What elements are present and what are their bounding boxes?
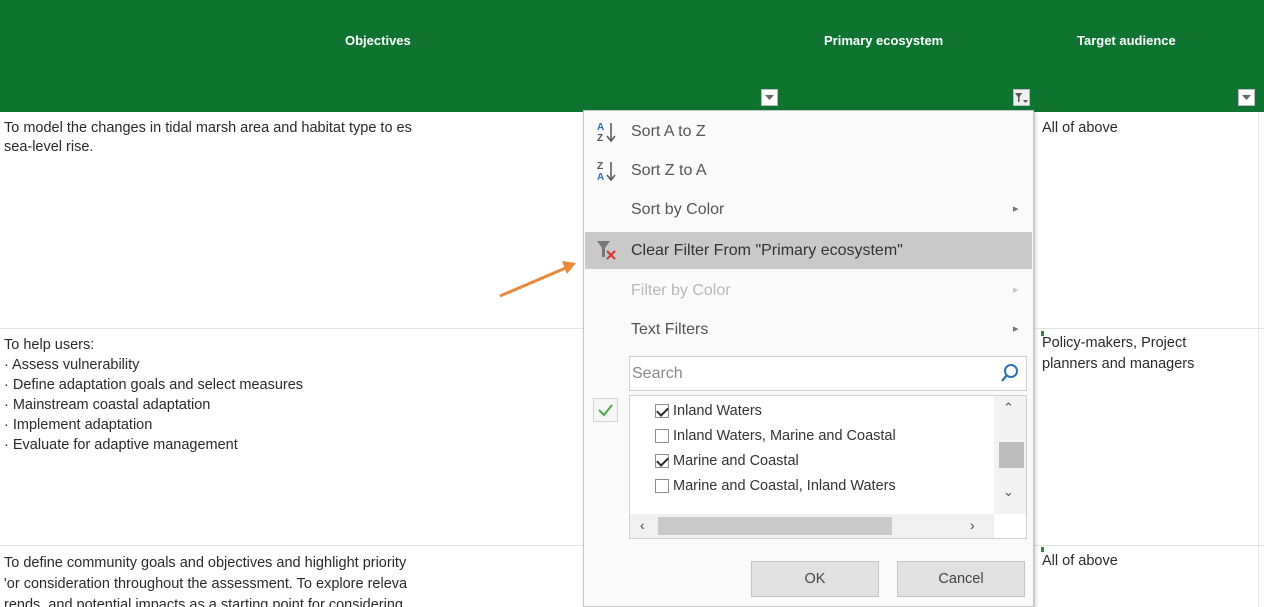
autofilter-menu: A Z Sort A to Z Z A Sort Z to A Sort by …: [583, 110, 1034, 607]
column-header-primary-ecosystem[interactable]: Primary ecosystem: [824, 33, 943, 48]
sort-ascending-icon: A Z: [597, 122, 616, 144]
checkbox-unchecked[interactable]: [655, 479, 669, 493]
dropdown-arrow-icon: [765, 94, 774, 100]
annotation-arrow-icon: [499, 261, 576, 298]
filter-by-color-label: Filter by Color: [631, 282, 731, 299]
filter-search-box[interactable]: [629, 356, 1027, 391]
scroll-up-icon[interactable]: ⌃: [1003, 400, 1014, 416]
sort-by-color-label: Sort by Color: [631, 201, 725, 218]
scroll-left-icon[interactable]: ‹: [640, 517, 645, 533]
filter-value-item[interactable]: Marine and Coastal, Inland Waters: [655, 474, 896, 498]
sort-a-to-z-label: Sort A to Z: [631, 123, 706, 140]
column-divider: [1258, 112, 1259, 607]
filter-value-item[interactable]: Inland Waters, Marine and Coastal: [655, 424, 896, 448]
clear-filter-item[interactable]: Clear Filter From "Primary ecosystem": [585, 232, 1032, 269]
sort-descending-icon: Z A: [597, 161, 616, 183]
filter-value-label: Inland Waters: [673, 403, 762, 419]
objectives-cell[interactable]: To model the changes in tidal marsh area…: [4, 119, 412, 157]
filter-search-input[interactable]: [630, 357, 990, 390]
text-filters-label: Text Filters: [631, 321, 709, 338]
objectives-cell[interactable]: To define community goals and objectives…: [4, 553, 407, 607]
vertical-scrollbar[interactable]: ⌃ ⌄: [994, 396, 1026, 514]
target-audience-cell[interactable]: All of above: [1042, 552, 1118, 571]
scroll-thumb[interactable]: [658, 517, 892, 535]
objectives-cell[interactable]: To help users: · Assess vulnerability · …: [4, 335, 303, 455]
select-all-indicator: [593, 398, 618, 422]
target-audience-filter-button[interactable]: [1238, 89, 1255, 106]
clear-filter-icon: [597, 241, 616, 260]
svg-text:Z: Z: [597, 133, 603, 144]
filter-value-item[interactable]: Inland Waters: [655, 399, 762, 423]
target-audience-cell[interactable]: All of above: [1042, 119, 1118, 138]
submenu-arrow-icon: ▸: [1013, 203, 1019, 215]
ok-button[interactable]: OK: [751, 561, 879, 597]
svg-text:A: A: [597, 122, 604, 133]
clear-filter-label: Clear Filter From "Primary ecosystem": [631, 242, 903, 259]
filter-value-label: Marine and Coastal: [673, 453, 799, 469]
checkmark-icon: [598, 404, 613, 417]
sort-a-to-z-item[interactable]: A Z Sort A to Z: [585, 113, 1032, 151]
objectives-filter-button[interactable]: [761, 89, 778, 106]
cancel-button[interactable]: Cancel: [897, 561, 1025, 597]
filter-active-icon: [1015, 92, 1028, 103]
sheet-header-row: [0, 0, 1264, 112]
scroll-down-icon[interactable]: ⌄: [1003, 484, 1014, 500]
filter-values-list[interactable]: Inland Waters Inland Waters, Marine and …: [629, 395, 1027, 539]
text-filters-item[interactable]: Text Filters ▸: [585, 311, 1032, 349]
target-audience-cell[interactable]: Policy-makers, Project planners and mana…: [1042, 333, 1194, 375]
column-divider: [1034, 112, 1035, 607]
svg-text:A: A: [597, 172, 604, 183]
scroll-right-icon[interactable]: ›: [970, 517, 975, 533]
horizontal-scrollbar[interactable]: ‹ ›: [630, 514, 994, 538]
scroll-thumb[interactable]: [999, 442, 1024, 468]
dropdown-arrow-icon: [1242, 94, 1251, 100]
sort-by-color-item[interactable]: Sort by Color ▸: [585, 191, 1032, 229]
filter-value-label: Marine and Coastal, Inland Waters: [673, 478, 896, 494]
column-header-objectives[interactable]: Objectives: [345, 33, 411, 48]
checkbox-checked[interactable]: [655, 454, 669, 468]
submenu-arrow-icon: ▸: [1013, 284, 1019, 296]
submenu-arrow-icon: ▸: [1013, 323, 1019, 335]
sort-z-to-a-item[interactable]: Z A Sort Z to A: [585, 152, 1032, 190]
primary-ecosystem-filter-button[interactable]: [1013, 89, 1030, 106]
filter-value-label: Inland Waters, Marine and Coastal: [673, 428, 896, 444]
sort-z-to-a-label: Sort Z to A: [631, 162, 707, 179]
filter-by-color-item[interactable]: Filter by Color ▸: [585, 272, 1032, 310]
checkbox-unchecked[interactable]: [655, 429, 669, 443]
svg-text:Z: Z: [597, 161, 603, 172]
search-icon: [1001, 364, 1018, 382]
filter-value-item[interactable]: Marine and Coastal: [655, 449, 799, 473]
checkbox-checked[interactable]: [655, 404, 669, 418]
column-header-target-audience[interactable]: Target audience: [1077, 33, 1176, 48]
